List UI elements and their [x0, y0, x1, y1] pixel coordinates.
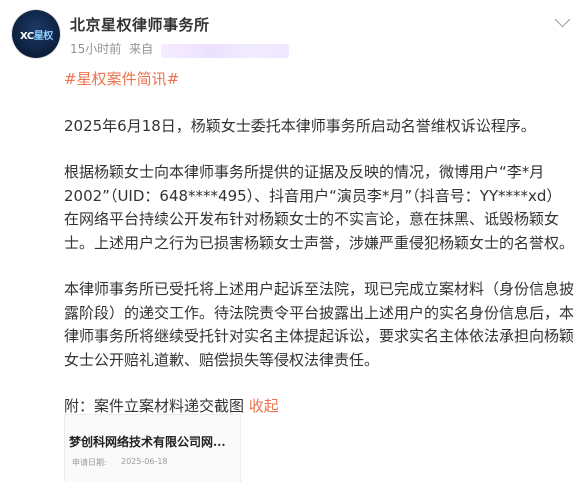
post-header: XC星权 北京星权律师事务所 15小时前 来自 — [12, 10, 572, 60]
paragraph-1: 2025年6月18日，杨颖女士委托本律师事务所启动名誉维权诉讼程序。 — [64, 116, 536, 135]
paragraph-3: 本律师事务所已受托将上述用户起诉至法院，现已完成立案材料（身份信息披露阶段）的递… — [64, 280, 575, 369]
post-time: 15小时前 — [70, 42, 122, 56]
avatar-logo: XC星权 — [20, 27, 53, 42]
avatar-logo-prefix: XC — [20, 31, 34, 42]
chevron-down-icon[interactable] — [554, 11, 571, 28]
attachment-text: 附：案件立案材料递交截图 — [64, 397, 245, 415]
paragraph-2: 根据杨颖女士向本律师事务所提供的证据及反映的情况，微博用户“李*月2002”（U… — [64, 163, 575, 252]
thumbnail-title: 梦创科网络技术有限公司网... — [69, 435, 226, 449]
author-name[interactable]: 北京星权律师事务所 — [70, 14, 210, 35]
thumbnail-date: 2025-06-18 — [121, 457, 168, 466]
avatar-logo-suffix: 星权 — [33, 31, 54, 42]
topic-hashtag[interactable]: #星权案件简讯# — [64, 68, 574, 92]
attachment-thumbnail[interactable]: 梦创科网络技术有限公司网... 申请日期: 2025-06-18 — [64, 414, 241, 482]
weibo-post: XC星权 北京星权律师事务所 15小时前 来自 #星权案件简讯# 2025年6月… — [0, 0, 587, 482]
collapse-link[interactable]: 收起 — [249, 397, 279, 415]
post-body: #星权案件简讯# 2025年6月18日，杨颖女士委托本律师事务所启动名誉维权诉讼… — [64, 68, 574, 419]
post-source-prefix: 来自 — [129, 42, 154, 56]
avatar[interactable]: XC星权 — [12, 10, 60, 58]
blurred-source — [161, 44, 289, 58]
post-meta: 15小时前 来自 — [70, 40, 157, 57]
thumbnail-date-label: 申请日期: — [72, 458, 107, 467]
